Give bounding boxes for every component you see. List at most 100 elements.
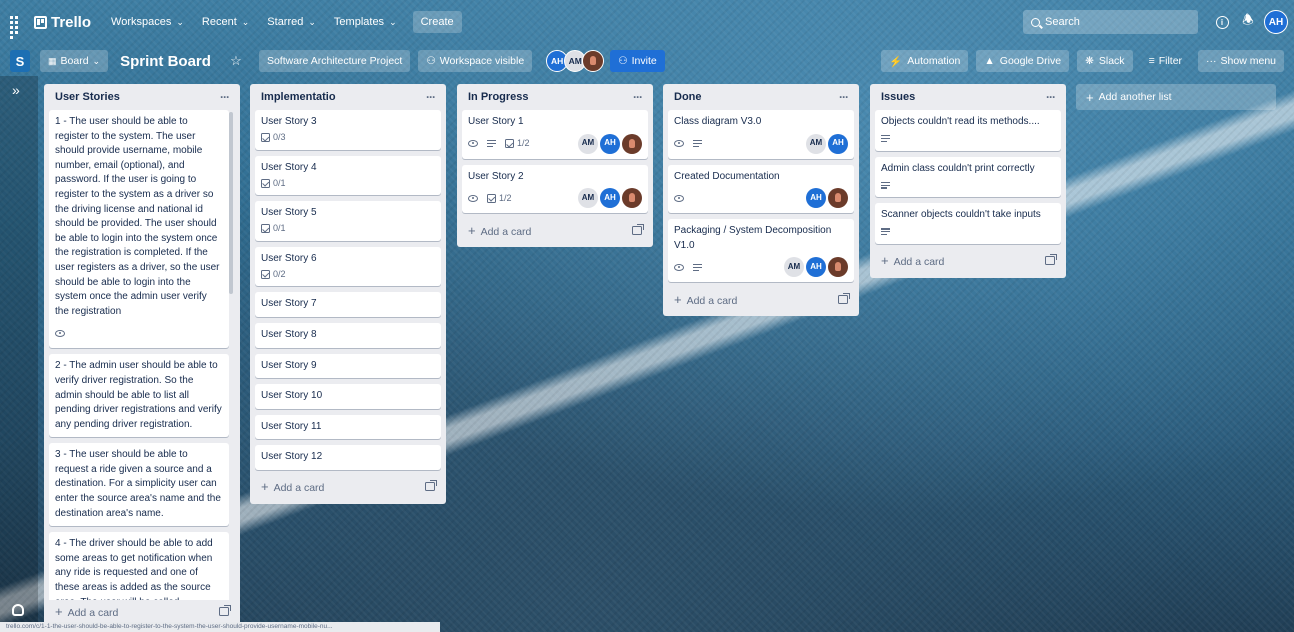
member-avatar-photo[interactable] <box>622 188 642 209</box>
starred-menu[interactable]: Starred ⌄ <box>261 16 322 28</box>
card[interactable]: Objects couldn't read its methods.... <box>875 110 1061 151</box>
card-title: User Story 2 <box>468 170 524 182</box>
add-card-button[interactable]: + Add a card <box>255 476 441 498</box>
google-drive-button[interactable]: ▲ Google Drive <box>976 50 1070 72</box>
card[interactable]: User Story 2 1/2 AM AH <box>462 164 648 214</box>
automation-button[interactable]: ⚡ Automation <box>881 50 969 72</box>
user-avatar[interactable]: AH <box>1264 10 1288 34</box>
card[interactable]: User Story 8 <box>255 322 441 348</box>
show-menu-button[interactable]: ··· Show menu <box>1198 50 1284 72</box>
member-avatar[interactable]: AH <box>806 257 826 278</box>
recent-menu[interactable]: Recent ⌄ <box>196 16 255 28</box>
card[interactable]: Created Documentation AH <box>668 164 854 214</box>
watching-icon <box>55 329 65 337</box>
card[interactable]: User Story 4 0/1 <box>255 155 441 196</box>
card-template-icon[interactable] <box>425 480 437 492</box>
list-menu-icon[interactable]: ··· <box>426 90 436 104</box>
card[interactable]: User Story 5 0/1 <box>255 201 441 241</box>
plus-icon: + <box>468 222 476 238</box>
member-avatar[interactable]: AM <box>578 188 598 209</box>
list-menu-icon[interactable]: ··· <box>839 90 849 104</box>
invite-button[interactable]: ⚇ Invite <box>610 50 665 72</box>
card[interactable]: User Story 3 0/3 <box>255 110 441 150</box>
list-cards-container[interactable]: 1 - The user should be able to register … <box>49 110 235 600</box>
list-title[interactable]: Done <box>674 91 702 103</box>
card-template-icon[interactable] <box>219 604 231 616</box>
card-template-icon[interactable] <box>1045 254 1057 266</box>
card[interactable]: User Story 11 <box>255 414 441 440</box>
card-title: User Story 3 <box>261 116 317 127</box>
card[interactable]: Admin class couldn't print correctly <box>875 156 1061 198</box>
expand-sidebar-icon[interactable]: » <box>12 82 20 98</box>
card[interactable]: Packaging / System Decomposition V1.0 AM… <box>668 219 854 283</box>
member-avatar-photo[interactable] <box>828 188 848 209</box>
board-title[interactable]: Sprint Board <box>116 53 215 70</box>
list-header[interactable]: Implementatio ··· <box>255 84 441 110</box>
list-menu-icon[interactable]: ··· <box>1046 90 1056 104</box>
card[interactable]: Scanner objects couldn't take inputs <box>875 203 1061 244</box>
add-another-list-button[interactable]: + Add another list <box>1076 84 1276 110</box>
create-button[interactable]: Create <box>412 11 462 33</box>
card-title: User Story 8 <box>261 328 317 340</box>
card-title: User Story 1 <box>468 116 524 127</box>
member-avatar[interactable]: AM <box>784 257 804 278</box>
member-avatar[interactable]: AH <box>806 188 826 209</box>
workspaces-menu[interactable]: Workspaces ⌄ <box>105 16 190 28</box>
add-card-button[interactable]: + Add a card <box>875 250 1061 272</box>
card[interactable]: User Story 9 <box>255 353 441 379</box>
card[interactable]: User Story 1 1/2 AM AH <box>462 110 648 159</box>
member-avatar-photo[interactable] <box>828 257 848 278</box>
workspace-badge[interactable]: S <box>10 50 30 72</box>
filter-button[interactable]: ≡ Filter <box>1141 50 1190 72</box>
trello-logo[interactable]: Trello <box>34 14 91 31</box>
description-icon <box>693 140 702 147</box>
list-header[interactable]: Done ··· <box>668 84 854 110</box>
member-avatar-photo[interactable] <box>622 133 642 154</box>
member-avatar-photo[interactable] <box>582 50 605 72</box>
card-title: User Story 5 <box>261 207 317 219</box>
list-scrollbar[interactable] <box>229 112 233 294</box>
member-avatar[interactable]: AH <box>828 133 848 154</box>
search-input[interactable]: Search <box>1023 10 1198 34</box>
add-card-button[interactable]: + Add a card <box>49 600 235 622</box>
card[interactable]: 4 - The driver should be able to add som… <box>49 532 229 600</box>
butler-bot-icon[interactable] <box>12 604 24 616</box>
card-template-icon[interactable] <box>838 292 850 304</box>
card[interactable]: User Story 12 <box>255 445 441 470</box>
app-switcher-icon[interactable] <box>6 12 26 39</box>
member-avatar[interactable]: AH <box>600 188 620 209</box>
card-template-icon[interactable] <box>632 223 644 235</box>
add-card-label: Add a card <box>686 294 738 307</box>
card[interactable]: User Story 6 0/2 <box>255 246 441 287</box>
add-card-button[interactable]: + Add a card <box>462 219 648 241</box>
member-avatar[interactable]: AM <box>578 133 598 154</box>
list-title[interactable]: Issues <box>881 91 915 103</box>
templates-menu[interactable]: Templates ⌄ <box>328 16 403 28</box>
notifications-button[interactable]: 🕭 <box>1238 12 1258 32</box>
list-header[interactable]: User Stories ··· <box>49 84 235 110</box>
list-header[interactable]: In Progress ··· <box>462 84 648 110</box>
list-menu-icon[interactable]: ··· <box>633 90 643 104</box>
member-avatar[interactable]: AM <box>806 133 826 154</box>
workspace-name-button[interactable]: Software Architecture Project <box>258 50 411 72</box>
card[interactable]: 2 - The admin user should be able to ver… <box>49 354 229 438</box>
card[interactable]: Class diagram V3.0 AM AH <box>668 110 854 159</box>
star-board-button[interactable]: ☆ <box>225 50 247 72</box>
member-avatar[interactable]: AH <box>600 133 620 154</box>
card[interactable]: 1 - The user should be able to register … <box>49 110 229 349</box>
card[interactable]: 3 - The user should be able to request a… <box>49 443 229 527</box>
add-card-button[interactable]: + Add a card <box>668 288 854 310</box>
card[interactable]: User Story 7 <box>255 292 441 317</box>
list-header[interactable]: Issues ··· <box>875 84 1061 110</box>
list-title[interactable]: Implementatio <box>261 91 336 103</box>
list-title[interactable]: User Stories <box>55 91 120 103</box>
info-button[interactable]: i <box>1212 12 1232 32</box>
list-menu-icon[interactable]: ··· <box>220 90 230 104</box>
watching-icon <box>674 140 684 148</box>
board-view-switcher[interactable]: ▦ Board ⌄ <box>40 50 109 72</box>
list-title[interactable]: In Progress <box>468 91 529 103</box>
checklist-count: 1/2 <box>517 138 530 149</box>
visibility-button[interactable]: ⚇ Workspace visible <box>418 50 533 72</box>
slack-button[interactable]: ❋ Slack <box>1077 50 1133 72</box>
card[interactable]: User Story 10 <box>255 384 441 409</box>
